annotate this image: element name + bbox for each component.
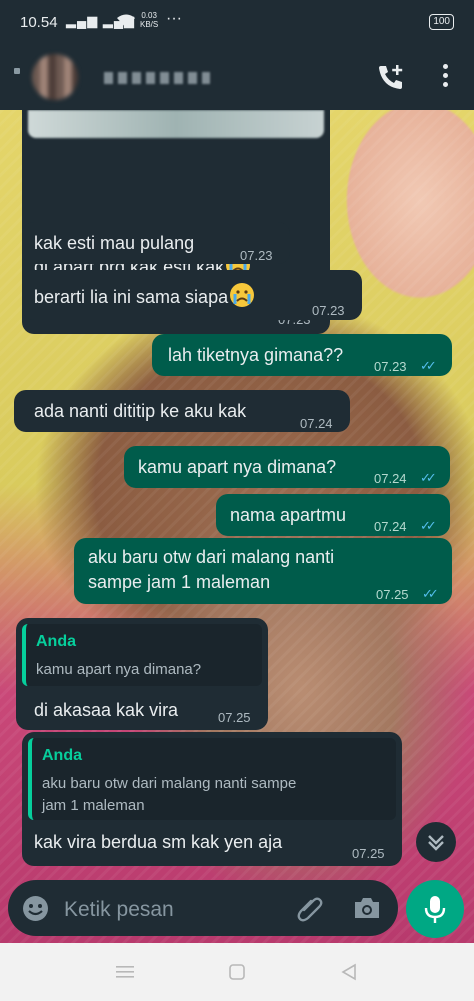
mic-icon [424, 896, 446, 923]
message-bubble-out[interactable]: lah tiketnya gimana?? 07.23 ✓✓ [152, 334, 452, 376]
net-speed: 0.03 KB/S [140, 11, 158, 29]
message-time: 07.25 [352, 846, 385, 861]
contact-name-redacted[interactable] [104, 72, 210, 84]
recent-apps-icon[interactable] [116, 965, 134, 979]
double-chevron-down-icon [428, 835, 444, 851]
avatar[interactable] [32, 54, 78, 100]
battery-icon: 100 [429, 14, 454, 30]
quoted-message[interactable]: Anda aku baru otw dari malang nanti samp… [28, 738, 396, 820]
message-bubble-reply[interactable]: Anda kamu apart nya dimana? di akasaa ka… [16, 618, 268, 730]
message-time: 07.23 [374, 359, 407, 374]
status-more: ··· [166, 10, 182, 27]
message-bubble-reply[interactable]: Anda aku baru otw dari malang nanti samp… [22, 732, 402, 866]
message-text: kak esti mau pulang [34, 233, 195, 253]
status-time: 10.54 [20, 14, 58, 31]
more-vert-icon[interactable] [438, 64, 452, 92]
message-time: 07.24 [300, 416, 333, 431]
message-input[interactable]: Ketik pesan [8, 880, 398, 936]
read-ticks-icon: ✓✓ [422, 586, 439, 601]
message-text: nama apartmu [230, 505, 347, 525]
scroll-to-bottom-button[interactable] [416, 822, 456, 862]
chat-header [0, 46, 474, 110]
message-bubble-in[interactable]: kak esti mau pulang 07.23 [22, 222, 290, 264]
message-bubble-out[interactable]: aku baru otw dari malang nanti sampe jam… [74, 538, 452, 604]
message-bubble-in[interactable]: berarti lia ini sama siapa 07.23 [22, 270, 362, 320]
quote-text: kamu apart nya dimana? [36, 661, 202, 678]
message-bubble-out[interactable]: kamu apart nya dimana? 07.24 ✓✓ [124, 446, 450, 488]
chat-area[interactable]: di apart brg kak esti kak 07.23 kak esti… [0, 110, 474, 943]
message-text: ada nanti dititip ke aku kak [34, 401, 247, 421]
wifi-icon [117, 14, 135, 28]
quote-author: Anda [42, 747, 82, 764]
add-call-icon[interactable] [376, 62, 406, 92]
message-time: 07.23 [240, 248, 273, 263]
net-speed-unit: KB/S [140, 20, 159, 29]
message-text-line-1: aku baru otw dari malang nanti [88, 547, 335, 567]
mic-button[interactable] [406, 880, 464, 938]
read-ticks-icon: ✓✓ [420, 470, 437, 485]
paperclip-icon[interactable] [296, 894, 324, 922]
back-nav-icon[interactable] [341, 963, 357, 981]
home-icon[interactable] [229, 964, 245, 980]
quoted-message[interactable]: Anda kamu apart nya dimana? [22, 624, 262, 686]
message-bubble-out[interactable]: nama apartmu 07.24 ✓✓ [216, 494, 450, 536]
quote-author: Anda [36, 633, 76, 650]
crying-face-emoji [230, 283, 255, 307]
net-speed-value: 0.03 [141, 11, 157, 20]
read-ticks-icon: ✓✓ [420, 358, 437, 373]
message-text: kak vira berdua sm kak yen aja [34, 832, 283, 852]
message-time: 07.25 [376, 587, 409, 602]
message-text: kamu apart nya dimana? [138, 457, 337, 477]
read-ticks-icon: ✓✓ [420, 518, 437, 533]
status-bar: 10.54 ▂▄▆ ▂▄▆ 0.03 KB/S ··· 100 [0, 0, 474, 46]
message-time: 07.25 [218, 710, 251, 725]
back-icon[interactable] [14, 68, 20, 74]
system-navigation-bar [0, 943, 474, 1001]
camera-icon[interactable] [352, 895, 382, 921]
quote-text-line-2: jam 1 maleman [42, 797, 145, 814]
message-time: 07.23 [312, 303, 345, 318]
quote-text-line-1: aku baru otw dari malang nanti sampe [42, 775, 297, 792]
message-text: lah tiketnya gimana?? [168, 345, 344, 365]
redacted-media [28, 110, 324, 138]
emoji-icon[interactable] [22, 895, 49, 922]
composer: Ketik pesan [0, 876, 474, 942]
message-text: di akasaa kak vira [34, 700, 179, 720]
message-text-line-2: sampe jam 1 maleman [88, 572, 271, 592]
message-bubble-in[interactable]: ada nanti dititip ke aku kak 07.24 [14, 390, 350, 432]
message-time: 07.24 [374, 519, 407, 534]
message-text: berarti lia ini sama siapa [34, 282, 255, 309]
message-time: 07.24 [374, 471, 407, 486]
message-placeholder: Ketik pesan [64, 898, 174, 921]
